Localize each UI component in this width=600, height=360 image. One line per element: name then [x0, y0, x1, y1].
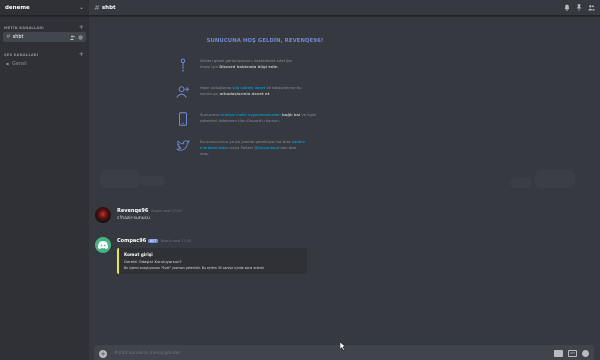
sidebar-item-shbt[interactable]: # shbt — [3, 32, 86, 42]
emoji-icon[interactable] — [582, 350, 589, 357]
sidebar-item-genel[interactable]: Genel — [3, 59, 86, 69]
channel-name: Genel — [12, 61, 27, 67]
gift-icon[interactable] — [554, 350, 563, 357]
channel-title: shbt — [101, 4, 116, 11]
invite-link[interactable]: sağ üstteki davet — [232, 85, 265, 90]
channel-sidebar: deneme ⌄ METİN KANALLARI + # shbt SES KA… — [0, 0, 89, 360]
members-icon[interactable] — [588, 4, 595, 11]
background-illustration — [510, 178, 532, 188]
discord-window: deneme ⌄ METİN KANALLARI + # shbt SES KA… — [0, 0, 600, 360]
mobile-icon — [179, 112, 187, 126]
username[interactable]: Compac96 — [117, 238, 146, 244]
invite-icon — [176, 86, 190, 98]
welcome-row: Hazır olduğunda sağ üstteki davet ile ta… — [176, 85, 356, 99]
add-channel-icon[interactable]: + — [79, 52, 84, 58]
message-input[interactable]: #shbt kanalına mesaj gönder — [114, 351, 554, 356]
username[interactable]: Revenqe96 — [117, 208, 148, 214]
discord-logo-icon — [98, 241, 108, 249]
server-header[interactable]: deneme ⌄ — [0, 0, 89, 16]
embed-title: Komut girişi — [124, 252, 153, 257]
welcome-title: SUNUCUNA HOŞ GELDİN, REVENQE96! — [206, 38, 324, 44]
embed-description: Gerekli Odaşlar Kuruluyorsun? — [124, 259, 182, 264]
mouse-cursor-icon — [340, 342, 346, 351]
server-name: deneme — [5, 4, 30, 11]
tip-icon — [180, 58, 186, 72]
speaker-icon — [6, 62, 10, 66]
avatar[interactable] — [95, 237, 111, 253]
bot-badge: BOT — [148, 239, 158, 243]
help-link[interactable]: yardım — [292, 139, 305, 144]
channel-header: # shbt — [89, 0, 600, 16]
twitter-icon — [176, 139, 190, 151]
message: Revenqe96 Bugün saat 17:50 c!hazir-sunucu — [95, 207, 182, 223]
welcome-row: Bu sunucu'nun ya da yardım gerektiyor is… — [176, 139, 356, 157]
timestamp: Bugün saat 17:50 — [160, 239, 191, 243]
add-channel-icon[interactable]: + — [79, 25, 84, 31]
welcome-panel: SUNUCUNA HOŞ GELDİN, REVENQE96! Sözleri … — [176, 38, 356, 170]
attach-icon[interactable]: + — [99, 349, 107, 358]
timestamp: Bugün saat 17:50 — [151, 209, 182, 213]
bell-icon[interactable] — [564, 4, 570, 11]
chevron-down-icon[interactable]: ⌄ — [79, 4, 84, 11]
embed-footer: Bu işlemi onaylıyorsan "Evet" yazman yet… — [124, 266, 265, 270]
background-illustration — [100, 170, 140, 188]
message: Compac96 BOT Bugün saat 17:50 Komut girişi… — [95, 237, 307, 274]
message-text: c!hazir-sunucu — [117, 216, 150, 221]
category-label: METİN KANALLARI — [4, 26, 44, 30]
avatar[interactable] — [95, 207, 111, 223]
welcome-row: Sözleri güzel görünüyorsun; keşfedecek s… — [176, 58, 356, 72]
channel-name: shbt — [12, 34, 24, 40]
gif-icon[interactable]: GIF — [568, 350, 577, 357]
welcome-row: Sunucuna ücretsiz mobil uygulamamızdan b… — [176, 112, 356, 126]
gear-icon[interactable] — [78, 34, 83, 40]
background-illustration — [535, 170, 575, 188]
mobile-app-link[interactable]: ücretsiz mobil uygulamamızdan — [220, 112, 281, 117]
help-center-link[interactable]: merkezimizden — [200, 145, 229, 150]
voice-channels-category[interactable]: SES KANALLARI + — [0, 52, 89, 58]
category-label: SES KANALLARI — [4, 53, 39, 57]
pin-icon[interactable] — [576, 4, 582, 11]
text-channels-category[interactable]: METİN KANALLARI + — [0, 25, 89, 31]
hash-icon: # — [6, 34, 11, 40]
hash-icon: # — [94, 3, 100, 12]
embed: Komut girişi Gerekli Odaşlar Kuruluyorsu… — [117, 248, 307, 274]
invite-member-icon[interactable] — [70, 35, 75, 40]
background-illustration — [140, 176, 165, 186]
twitter-link[interactable]: @discordapp — [254, 145, 279, 150]
